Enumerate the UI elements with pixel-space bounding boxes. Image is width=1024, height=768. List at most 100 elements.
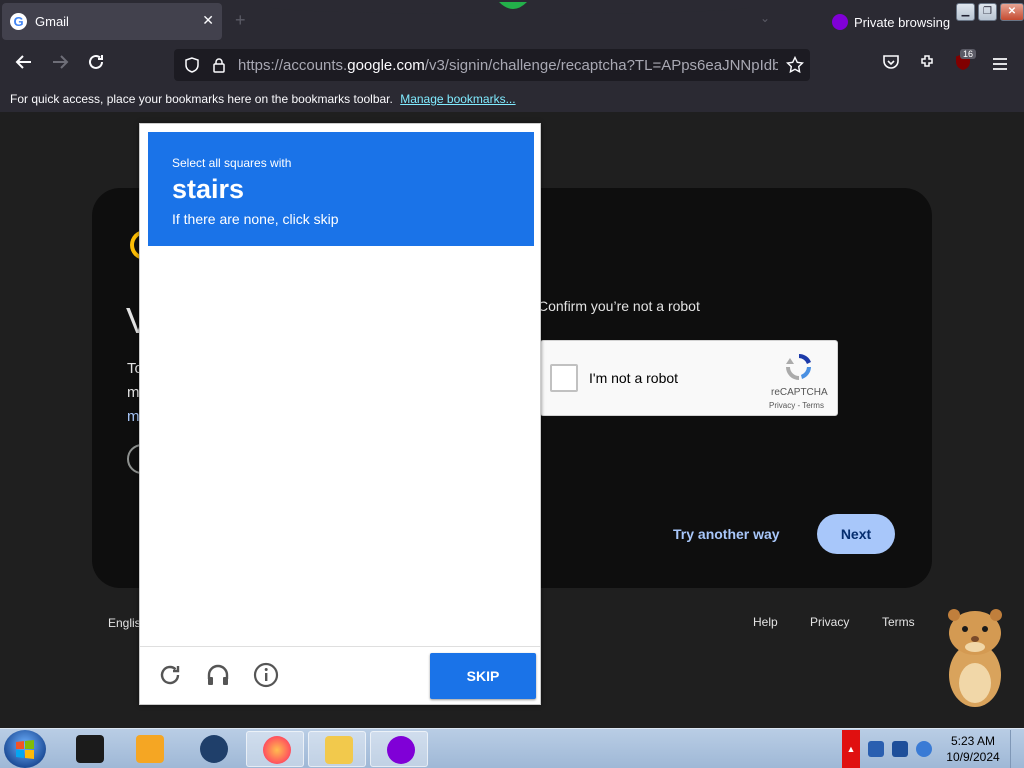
challenge-grid xyxy=(148,252,534,638)
challenge-tile[interactable] xyxy=(342,349,437,444)
taskbar-terminal[interactable] xyxy=(60,731,118,767)
url-text: https://accounts.google.com/v3/signin/ch… xyxy=(238,57,778,74)
shield-icon[interactable] xyxy=(184,57,200,73)
bookmarks-toolbar: For quick access, place your bookmarks h… xyxy=(0,86,1024,112)
confirm-label: Confirm you’re not a robot xyxy=(538,298,700,314)
media-player-icon xyxy=(136,735,164,763)
address-bar[interactable]: https://accounts.google.com/v3/signin/ch… xyxy=(174,49,810,81)
window-close-button[interactable]: ✕ xyxy=(1000,3,1024,21)
puzzle-icon xyxy=(921,55,933,67)
clock-date[interactable]: 10/9/2024 xyxy=(944,750,1002,764)
recaptcha-brand: reCAPTCHA xyxy=(771,387,828,398)
reload-button[interactable] xyxy=(83,52,109,78)
headphones-icon xyxy=(207,664,229,685)
skip-button[interactable]: SKIP xyxy=(430,653,536,699)
challenge-tile[interactable] xyxy=(245,349,340,444)
restore-button[interactable]: ❐ xyxy=(978,3,997,21)
challenge-tile[interactable] xyxy=(148,252,243,347)
reload-challenge-button[interactable] xyxy=(156,662,184,690)
show-desktop-button[interactable] xyxy=(1010,730,1024,768)
next-button[interactable]: Next xyxy=(817,514,895,554)
challenge-tile[interactable] xyxy=(245,446,340,541)
challenge-header: Select all squares with stairs If there … xyxy=(148,132,534,246)
display-tray-icon[interactable] xyxy=(892,741,908,757)
private-mask-icon xyxy=(387,736,415,764)
clock-time[interactable]: 5:23 AM xyxy=(948,734,998,748)
manage-bookmarks-link[interactable]: Manage bookmarks... xyxy=(400,92,515,106)
challenge-subtext: If there are none, click skip xyxy=(172,211,339,227)
extension-badge: 16 xyxy=(960,49,977,59)
bookmark-star-icon[interactable] xyxy=(786,56,804,74)
taskbar-media-player[interactable] xyxy=(120,731,178,767)
back-arrow-icon xyxy=(15,55,31,69)
not-a-robot-label: I'm not a robot xyxy=(589,370,679,386)
extensions-button[interactable] xyxy=(915,52,941,78)
info-button[interactable] xyxy=(252,662,280,690)
minimize-button[interactable]: ▁ xyxy=(956,3,975,21)
lock-icon[interactable] xyxy=(212,57,226,73)
challenge-tile[interactable] xyxy=(439,349,534,444)
pocket-icon xyxy=(883,55,899,69)
challenge-tile[interactable] xyxy=(148,446,243,541)
globe-icon xyxy=(200,735,228,763)
footer-help-link[interactable]: Help xyxy=(753,615,778,629)
challenge-tile[interactable] xyxy=(439,252,534,347)
nav-toolbar: https://accounts.google.com/v3/signin/ch… xyxy=(0,44,1024,86)
footer-terms-link[interactable]: Terms xyxy=(882,615,915,629)
challenge-tile[interactable] xyxy=(439,446,534,541)
tab-bar: G Gmail ✕ + ⌄ Private browsing ▁ ❐ ✕ xyxy=(0,0,1024,44)
menu-button[interactable] xyxy=(987,52,1013,78)
challenge-tile[interactable] xyxy=(245,252,340,347)
url-path: /v3/signin/challenge/recaptcha?TL=APps6e… xyxy=(424,57,778,74)
challenge-tile[interactable] xyxy=(148,349,243,444)
tab-gmail[interactable]: G Gmail ✕ xyxy=(2,3,222,40)
taskbar-globe[interactable] xyxy=(184,731,242,767)
challenge-tile[interactable] xyxy=(439,543,534,638)
challenge-tile[interactable] xyxy=(342,543,437,638)
network-tray-icon[interactable] xyxy=(868,741,884,757)
recaptcha-privacy-terms[interactable]: Privacy - Terms xyxy=(769,401,824,410)
hamster-desktop-pet[interactable] xyxy=(940,605,1010,710)
windows-logo-icon xyxy=(16,740,34,759)
not-a-robot-checkbox[interactable] xyxy=(550,364,578,392)
challenge-target: stairs xyxy=(172,174,245,204)
recaptcha-widget: I'm not a robot reCAPTCHA Privacy - Term… xyxy=(540,340,838,416)
audio-challenge-button[interactable] xyxy=(204,662,232,690)
new-tab-button[interactable]: + xyxy=(235,10,246,31)
start-button[interactable] xyxy=(4,730,46,768)
volume-tray-icon[interactable] xyxy=(916,741,932,757)
recaptcha-challenge: Select all squares with stairs If there … xyxy=(139,123,541,705)
taskbar-firefox[interactable] xyxy=(246,731,304,767)
forward-button[interactable] xyxy=(47,52,73,78)
info-icon xyxy=(253,662,279,688)
back-button[interactable] xyxy=(11,52,37,78)
terminal-icon xyxy=(76,735,104,763)
private-mask-icon xyxy=(832,14,848,30)
close-tab-icon[interactable]: ✕ xyxy=(202,12,214,29)
taskbar: ▲ 5:23 AM 10/9/2024 xyxy=(0,728,1024,768)
bookmarks-message: For quick access, place your bookmarks h… xyxy=(10,92,393,106)
tray-overflow-button[interactable]: ▲ xyxy=(842,730,860,768)
language-selector[interactable]: Englis xyxy=(108,616,141,630)
pocket-button[interactable] xyxy=(878,52,904,78)
challenge-instruction: Select all squares with xyxy=(172,156,292,170)
tab-title: Gmail xyxy=(35,14,69,29)
footer-privacy-link[interactable]: Privacy xyxy=(810,615,849,629)
reload-icon xyxy=(89,54,103,69)
challenge-tile[interactable] xyxy=(342,446,437,541)
folder-icon xyxy=(325,736,353,764)
partial-text-line-2: m xyxy=(127,384,140,401)
private-browsing-label: Private browsing xyxy=(854,15,951,30)
taskbar-private-browsing[interactable] xyxy=(370,731,428,767)
challenge-tile[interactable] xyxy=(245,543,340,638)
challenge-tile[interactable] xyxy=(148,543,243,638)
tab-list-icon[interactable]: ⌄ xyxy=(760,11,770,25)
firefox-icon xyxy=(263,736,291,764)
partial-link[interactable]: m xyxy=(127,408,140,425)
taskbar-file-explorer[interactable] xyxy=(308,731,366,767)
notch-indicator-icon xyxy=(499,2,527,9)
url-prefix: https://accounts. xyxy=(238,57,348,74)
url-domain: google.com xyxy=(347,57,425,74)
try-another-way-button[interactable]: Try another way xyxy=(673,526,780,542)
challenge-tile[interactable] xyxy=(342,252,437,347)
